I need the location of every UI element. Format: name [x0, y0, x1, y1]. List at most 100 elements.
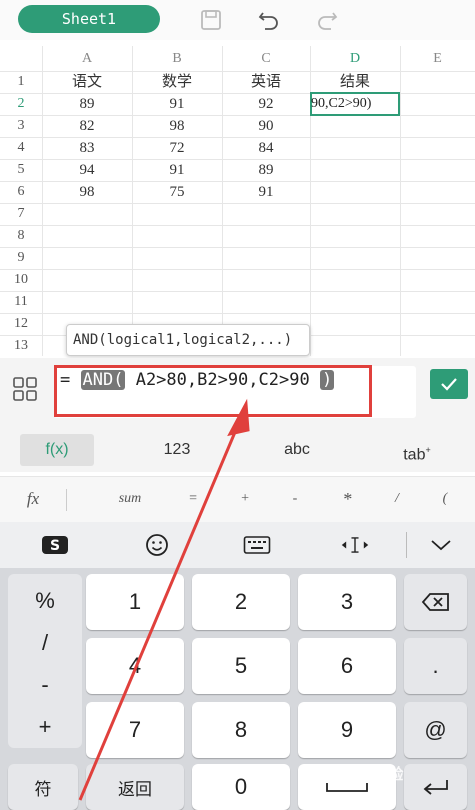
symbol-column: % / - +: [8, 574, 82, 748]
plus-button[interactable]: +: [230, 491, 260, 507]
cell-c4[interactable]: 84: [222, 137, 310, 159]
cell-c2[interactable]: 92: [222, 93, 310, 115]
row-header-12[interactable]: 12: [0, 313, 42, 335]
key-8[interactable]: 8: [192, 702, 290, 758]
fx-button[interactable]: fx: [18, 489, 48, 509]
cell-c3[interactable]: 90: [222, 115, 310, 137]
chevron-down-icon[interactable]: [426, 532, 456, 558]
cell-b1[interactable]: 数学: [132, 71, 222, 93]
cell-a4[interactable]: 83: [42, 137, 132, 159]
cell-a2[interactable]: 89: [42, 93, 132, 115]
key-1[interactable]: 1: [86, 574, 184, 630]
cell-c5[interactable]: 89: [222, 159, 310, 181]
cell-b6[interactable]: 75: [132, 181, 222, 203]
formula-function-token: AND(: [80, 370, 126, 390]
symbol-key[interactable]: 符: [8, 764, 78, 810]
cell-b3[interactable]: 98: [132, 115, 222, 137]
row-header-1[interactable]: 1: [0, 71, 42, 93]
minus-button[interactable]: -: [280, 491, 310, 507]
keyboard-toolbar: S: [0, 522, 475, 568]
back-key[interactable]: 返回: [86, 764, 184, 810]
cell-a1[interactable]: 语文: [42, 71, 132, 93]
cell-a5[interactable]: 94: [42, 159, 132, 181]
backspace-key[interactable]: [404, 574, 467, 630]
row-header-5[interactable]: 5: [0, 159, 42, 181]
formula-text[interactable]: = AND( A2>80,B2>90,C2>90 ): [60, 369, 360, 392]
column-header-c[interactable]: C: [222, 46, 310, 72]
row-header-10[interactable]: 10: [0, 269, 42, 291]
cell-b5[interactable]: 91: [132, 159, 222, 181]
emoji-icon[interactable]: [142, 532, 172, 558]
undo-icon[interactable]: [256, 7, 282, 33]
redo-icon[interactable]: [314, 7, 340, 33]
enter-key[interactable]: [404, 764, 467, 810]
formula-arguments: A2>80,B2>90,C2>90: [135, 370, 310, 390]
key-3[interactable]: 3: [298, 574, 396, 630]
cell-c1[interactable]: 英语: [222, 71, 310, 93]
key-at[interactable]: @: [404, 702, 467, 758]
on-screen-keyboard: S % / - + 1 2 3 4 5 6 . 7 8 9 @ 符 返回 0: [0, 522, 475, 810]
key-dot[interactable]: .: [404, 638, 467, 694]
cell-b2[interactable]: 91: [132, 93, 222, 115]
paren-button[interactable]: (: [430, 491, 460, 507]
row-header-4[interactable]: 4: [0, 137, 42, 159]
cell-b4[interactable]: 72: [132, 137, 222, 159]
svg-text:S: S: [50, 538, 60, 554]
column-header-a[interactable]: A: [42, 46, 132, 72]
row-header-8[interactable]: 8: [0, 225, 42, 247]
enter-icon: [423, 780, 448, 795]
formula-bar: = AND( A2>80,B2>90,C2>90 ): [0, 358, 475, 426]
row-header-13[interactable]: 13: [0, 335, 42, 357]
divide-button[interactable]: /: [382, 491, 412, 507]
row-header-3[interactable]: 3: [0, 115, 42, 137]
confirm-formula-button[interactable]: [430, 369, 468, 399]
key-5[interactable]: 5: [192, 638, 290, 694]
cursor-move-icon[interactable]: [340, 532, 370, 558]
key-0[interactable]: 0: [192, 764, 290, 810]
formula-close-paren: ): [319, 370, 335, 390]
key-7[interactable]: 7: [86, 702, 184, 758]
row-header-11[interactable]: 11: [0, 291, 42, 313]
key-4[interactable]: 4: [86, 638, 184, 694]
top-toolbar: Sheet1: [0, 0, 475, 40]
row-header-6[interactable]: 6: [0, 181, 42, 203]
sogou-logo-icon[interactable]: S: [40, 532, 70, 558]
sheet-tab[interactable]: Sheet1: [18, 5, 160, 33]
key-9[interactable]: 9: [298, 702, 396, 758]
row-header-7[interactable]: 7: [0, 203, 42, 225]
key-plus[interactable]: +: [8, 714, 82, 740]
key-percent[interactable]: %: [8, 588, 82, 614]
save-icon[interactable]: [198, 7, 224, 33]
cell-d1[interactable]: 结果: [310, 71, 400, 93]
column-header-d[interactable]: D: [310, 46, 400, 72]
column-header-b[interactable]: B: [132, 46, 222, 72]
cell-a6[interactable]: 98: [42, 181, 132, 203]
column-header-e[interactable]: E: [400, 46, 475, 72]
tab-letters[interactable]: abc: [260, 434, 334, 466]
keyboard-icon[interactable]: [242, 532, 272, 558]
input-mode-tabs: f(x) 123 abc tab+: [0, 426, 475, 472]
row-header-2[interactable]: 2: [0, 93, 42, 115]
cell-c6[interactable]: 91: [222, 181, 310, 203]
cell-a3[interactable]: 82: [42, 115, 132, 137]
tab-numbers[interactable]: 123: [140, 434, 214, 466]
key-minus[interactable]: -: [8, 672, 82, 698]
sum-button[interactable]: sum: [112, 491, 148, 507]
watermark: Bai经验: [350, 766, 404, 783]
tab-tab-label: tab: [403, 446, 426, 464]
backspace-icon: [421, 593, 449, 611]
cell-grid-icon[interactable]: [12, 376, 38, 402]
tab-tab[interactable]: tab+: [380, 434, 454, 466]
equals-button[interactable]: =: [178, 491, 208, 507]
multiply-button[interactable]: *: [332, 489, 362, 510]
formula-prefix: =: [60, 370, 71, 390]
tab-functions[interactable]: f(x): [20, 434, 94, 466]
key-6[interactable]: 6: [298, 638, 396, 694]
operator-bar: fx sum = + - * / (: [0, 476, 475, 522]
row-header-9[interactable]: 9: [0, 247, 42, 269]
function-hint-tooltip: AND(logical1,logical2,...): [66, 324, 310, 356]
key-slash[interactable]: /: [8, 630, 82, 656]
check-icon: [441, 378, 457, 391]
active-cell-text: 90,C2>90): [311, 96, 372, 111]
key-2[interactable]: 2: [192, 574, 290, 630]
